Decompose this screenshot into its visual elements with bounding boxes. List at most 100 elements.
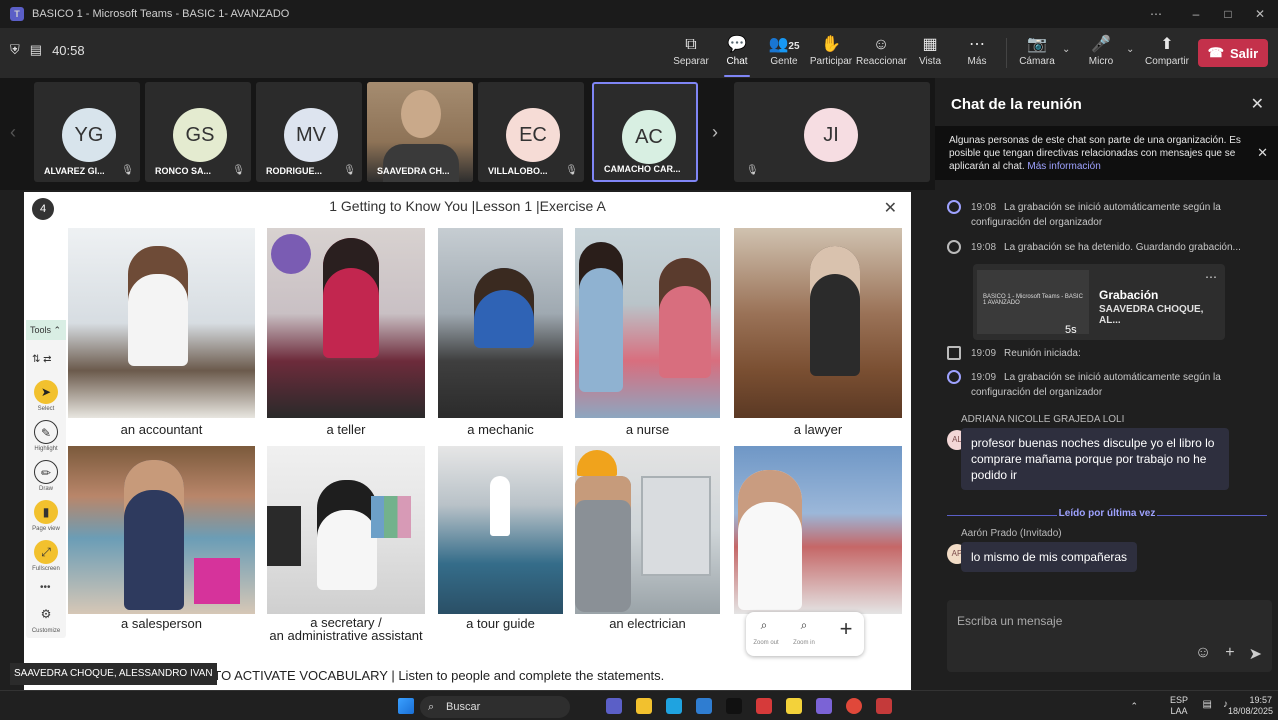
windows-start-icon[interactable]: [398, 698, 414, 714]
mic-chevron-icon[interactable]: ⌄: [1126, 44, 1134, 55]
view-button[interactable]: ▦ Vista: [907, 34, 953, 74]
close-icon[interactable]: ✕: [884, 198, 897, 218]
lang-label: ESP: [1169, 695, 1188, 705]
speaker-label: SAAVEDRA CHOQUE, ALESSANDRO IVAN: [10, 663, 217, 685]
teams-app-icon[interactable]: [606, 698, 622, 714]
chevron-up-icon[interactable]: ⌃: [1130, 701, 1138, 712]
recording-duration: 5s: [1065, 324, 1077, 336]
more-icon[interactable]: •••: [40, 582, 51, 593]
page-view-icon[interactable]: ▮: [34, 500, 58, 524]
wps-icon[interactable]: [756, 698, 772, 714]
chat-event: 19:08 La grabación se ha detenido. Guarda…: [947, 240, 1241, 255]
zoom-in-icon[interactable]: ⌕: [792, 618, 816, 638]
close-chat-icon[interactable]: ✕: [1251, 94, 1264, 114]
gear-icon[interactable]: ⚙: [34, 602, 58, 626]
more-button[interactable]: ⋯ Más: [954, 34, 1000, 74]
accountant-photo: [68, 228, 255, 418]
participant-tile-selected[interactable]: AC CAMACHO CAR...: [592, 82, 698, 182]
tour-guide-photo: [438, 446, 563, 614]
leave-label: Salir: [1230, 45, 1259, 61]
notes-icon[interactable]: ▤: [30, 42, 42, 58]
avatar: GS: [173, 108, 227, 162]
person-figure: [128, 246, 188, 366]
language-indicator[interactable]: ESP LAA: [1170, 695, 1188, 717]
close-window-button[interactable]: ✕: [1240, 0, 1278, 28]
sort-icon[interactable]: ⇅ ⇄: [32, 354, 52, 365]
chat-event: 19:08 La grabación se inició automáticame…: [947, 200, 1221, 230]
shield-icon[interactable]: ⛨: [10, 42, 20, 58]
teams-meeting-window: T BASICO 1 - Microsoft Teams - BASIC 1- …: [0, 0, 1278, 720]
tool-label: Page view: [32, 526, 60, 532]
app-icon[interactable]: [816, 698, 832, 714]
business-photo: [734, 446, 902, 614]
recording-title: Grabación: [1099, 288, 1159, 302]
chat-message: lo mismo de mis compañeras: [961, 542, 1138, 572]
participant-tile[interactable]: JI 🎙: [734, 82, 930, 182]
draw-tool-icon[interactable]: ✏: [34, 460, 58, 484]
instruction-text: TEN TO ACTIVATE VOCABULARY | Listen to p…: [184, 668, 665, 683]
add-icon[interactable]: +: [832, 616, 860, 642]
nurse-photo: [575, 228, 720, 418]
pop-out-button[interactable]: ⧉ Separar: [668, 34, 714, 74]
compose-box[interactable]: Escriba un mensaje ☺ + ➤: [947, 600, 1272, 672]
chevron-left-icon[interactable]: ‹: [10, 122, 16, 143]
hard-hat: [577, 450, 617, 476]
more-icon[interactable]: ⋯: [1205, 270, 1217, 284]
teams-logo-icon: T: [10, 7, 24, 21]
share-button[interactable]: ⬆ Compartir: [1142, 34, 1192, 74]
more-info-link[interactable]: Más información: [1027, 161, 1100, 172]
close-banner-icon[interactable]: ✕: [1257, 146, 1268, 159]
tools-header[interactable]: Tools ⌃: [26, 320, 66, 340]
taskbar-search[interactable]: ⌕ Buscar: [420, 696, 570, 718]
caption: a nurse: [625, 422, 670, 437]
fullscreen-icon[interactable]: ⤢: [34, 540, 58, 564]
tiktok-icon[interactable]: [726, 698, 742, 714]
people-icon-wrap: 👥25: [760, 34, 808, 56]
window-title: BASICO 1 - Microsoft Teams - BASIC 1- AV…: [32, 8, 290, 20]
event-time: 19:08: [971, 242, 997, 253]
chrome-icon[interactable]: [846, 698, 862, 714]
participant-tile[interactable]: YG ALVAREZ GI... 🎙: [34, 82, 140, 182]
clock[interactable]: 19:57 18/08/2025: [1228, 695, 1273, 717]
person-figure: [490, 476, 510, 536]
select-tool-icon[interactable]: ➤: [34, 380, 58, 404]
camera-chevron-icon[interactable]: ⌄: [1062, 44, 1070, 55]
app-icon[interactable]: [876, 698, 892, 714]
leave-button[interactable]: ☎ Salir: [1198, 39, 1268, 67]
react-button[interactable]: ☺ Reaccionar: [856, 34, 907, 74]
lang-sub-label: LAA: [1170, 706, 1188, 716]
recording-card[interactable]: BASICO 1 - Microsoft Teams - BASIC 1 AVA…: [973, 264, 1225, 340]
recording-icon: [947, 200, 961, 215]
highlight-tool-icon[interactable]: ✎: [34, 420, 58, 444]
plus-icon[interactable]: +: [1225, 644, 1234, 664]
wifi-icon[interactable]: ▤: [1203, 699, 1212, 710]
people-button[interactable]: 👥25 Gente: [760, 34, 808, 74]
mic-button[interactable]: 🎤 Micro: [1078, 34, 1124, 74]
avatar: AC: [622, 110, 676, 164]
more-options-button[interactable]: ⋯: [1136, 0, 1176, 28]
more-label: Más: [967, 56, 987, 67]
video-camera-icon: [947, 346, 961, 361]
emoji-icon[interactable]: ☺: [1195, 644, 1211, 664]
chevron-right-icon[interactable]: ›: [712, 122, 718, 143]
camera-button[interactable]: 📷 Cámara: [1014, 34, 1060, 74]
participant-tile[interactable]: EC VILLALOBO... 🎙: [478, 82, 584, 182]
participant-video-tile[interactable]: SAAVEDRA CH...: [367, 82, 473, 182]
participant-tile[interactable]: MV RODRIGUE... 🎙: [256, 82, 362, 182]
tools-panel: Tools ⌃ ⇅ ⇄ ➤ Select ✎ Highlight ✏ Draw …: [26, 320, 66, 638]
sticky-notes-icon[interactable]: [786, 698, 802, 714]
teller-photo: [267, 228, 425, 418]
zoom-out-icon[interactable]: ⌕: [752, 618, 776, 638]
file-explorer-icon[interactable]: [636, 698, 652, 714]
chat-button[interactable]: 💬 Chat: [714, 34, 760, 77]
raise-hand-button[interactable]: ✋ Participar: [808, 34, 854, 74]
edge-icon[interactable]: [666, 698, 682, 714]
share-icon: ⬆: [1160, 36, 1174, 53]
person-figure: [659, 258, 711, 378]
event-text: La grabación se inició automáticamente s…: [1004, 202, 1221, 213]
send-icon[interactable]: ➤: [1249, 644, 1262, 664]
outlook-icon[interactable]: [696, 698, 712, 714]
chat-event: 19:09 Reunión iniciada:: [947, 346, 1081, 361]
tool-label: Draw: [38, 486, 53, 492]
participant-tile[interactable]: GS RONCO SA... 🎙: [145, 82, 251, 182]
